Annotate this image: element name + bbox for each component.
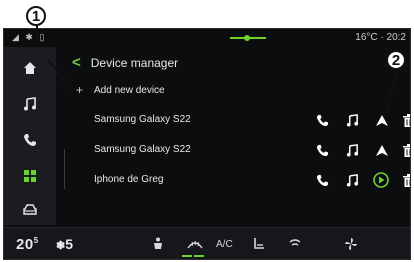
phone-icon bbox=[24, 134, 36, 146]
phone-icon[interactable] bbox=[314, 172, 330, 188]
page-title: Device manager bbox=[90, 56, 179, 70]
add-new-device-button[interactable]: + Add new device bbox=[76, 83, 165, 97]
ac-button[interactable]: A/C bbox=[216, 235, 233, 253]
delete-icon[interactable] bbox=[400, 112, 410, 128]
fan-icon: ✽ bbox=[56, 240, 66, 252]
seat-heat-icon[interactable] bbox=[152, 235, 164, 253]
temperature-display[interactable]: 205 bbox=[16, 236, 39, 253]
device-name: Iphone de Greg bbox=[94, 174, 164, 185]
music-icon[interactable] bbox=[344, 172, 360, 188]
air-recirculation-icon[interactable] bbox=[288, 235, 302, 253]
car-icon bbox=[23, 204, 37, 215]
sidebar-item-car[interactable] bbox=[4, 195, 56, 225]
apps-icon bbox=[24, 170, 36, 182]
infotainment-screen: ◢ ✱ ▯ 16°C · 20:2 < Device manager + Add… bbox=[3, 28, 411, 260]
status-icons: ◢ ✱ ▯ bbox=[12, 32, 47, 42]
device-name: Samsung Galaxy S22 bbox=[94, 114, 191, 125]
device-row[interactable]: Iphone de Greg bbox=[94, 169, 410, 191]
fan-level[interactable]: ✽5 bbox=[56, 236, 73, 252]
fan-speed-icon[interactable] bbox=[344, 235, 358, 253]
seat-recline-icon[interactable] bbox=[252, 235, 266, 253]
callout-1-leader bbox=[36, 26, 38, 36]
status-temperature-time: 16°C · 20:2 bbox=[355, 32, 406, 43]
music-icon bbox=[24, 97, 36, 111]
status-indicator bbox=[230, 35, 266, 41]
music-icon[interactable] bbox=[344, 112, 360, 128]
add-new-device-label: Add new device bbox=[94, 84, 165, 96]
defrost-indicator-2 bbox=[194, 255, 204, 257]
defrost-indicator bbox=[182, 255, 192, 257]
back-button[interactable]: < bbox=[72, 55, 81, 71]
device-row[interactable]: Samsung Galaxy S22 bbox=[94, 109, 410, 131]
sidebar-item-apps[interactable] bbox=[4, 161, 56, 191]
list-divider bbox=[64, 149, 65, 189]
music-icon[interactable] bbox=[344, 142, 360, 158]
windshield-defrost-icon[interactable] bbox=[186, 235, 204, 253]
sidebar bbox=[4, 47, 56, 225]
climate-bar: 205 ✽5 A/C bbox=[4, 227, 410, 259]
device-name: Samsung Galaxy S22 bbox=[94, 144, 191, 155]
home-icon bbox=[24, 62, 36, 74]
sidebar-item-music[interactable] bbox=[4, 89, 56, 119]
carplay-icon[interactable] bbox=[373, 172, 389, 188]
phone-icon[interactable] bbox=[314, 112, 330, 128]
callout-1: 1 bbox=[26, 6, 46, 26]
phone-icon[interactable] bbox=[314, 142, 330, 158]
page-header: < Device manager bbox=[72, 55, 178, 71]
callout-2: 2 bbox=[386, 50, 406, 70]
android-auto-icon[interactable] bbox=[374, 112, 390, 128]
android-auto-icon[interactable] bbox=[374, 142, 390, 158]
sidebar-item-phone[interactable] bbox=[4, 125, 56, 155]
device-row[interactable]: Samsung Galaxy S22 bbox=[94, 139, 410, 161]
plus-icon: + bbox=[76, 83, 84, 97]
status-bar: ◢ ✱ ▯ 16°C · 20:2 bbox=[4, 29, 410, 47]
delete-icon[interactable] bbox=[400, 172, 410, 188]
delete-icon[interactable] bbox=[400, 142, 410, 158]
